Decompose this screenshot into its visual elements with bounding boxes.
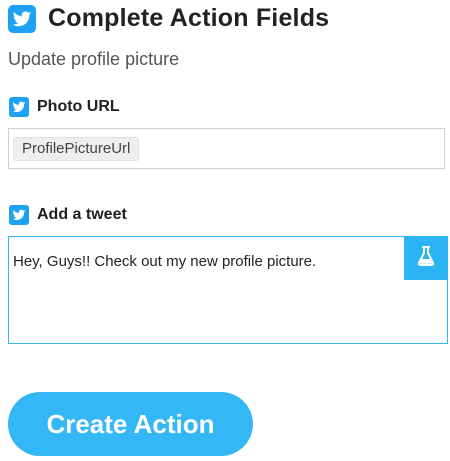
twitter-icon: [8, 4, 36, 33]
action-fields-page: Complete Action Fields Update profile pi…: [0, 0, 450, 461]
page-title: Complete Action Fields: [48, 4, 330, 32]
flask-icon: [417, 245, 435, 271]
photo-url-label: Photo URL: [9, 97, 120, 117]
photo-url-field[interactable]: ProfilePictureUrl: [8, 128, 445, 169]
ingredient-pill[interactable]: ProfilePictureUrl: [13, 137, 140, 161]
tweet-label-text: Add a tweet: [37, 206, 127, 223]
tweet-label: Add a tweet: [9, 205, 127, 225]
twitter-icon: [9, 97, 29, 117]
tweet-text: Hey, Guys!! Check out my new profile pic…: [13, 253, 317, 270]
add-ingredient-button[interactable]: [404, 236, 448, 280]
create-action-button[interactable]: Create Action: [8, 392, 253, 456]
twitter-icon: [9, 205, 29, 225]
page-heading: Complete Action Fields: [8, 4, 329, 33]
action-subtitle: Update profile picture: [8, 49, 180, 69]
photo-url-label-text: Photo URL: [37, 98, 120, 115]
tweet-textarea[interactable]: Hey, Guys!! Check out my new profile pic…: [8, 236, 448, 344]
